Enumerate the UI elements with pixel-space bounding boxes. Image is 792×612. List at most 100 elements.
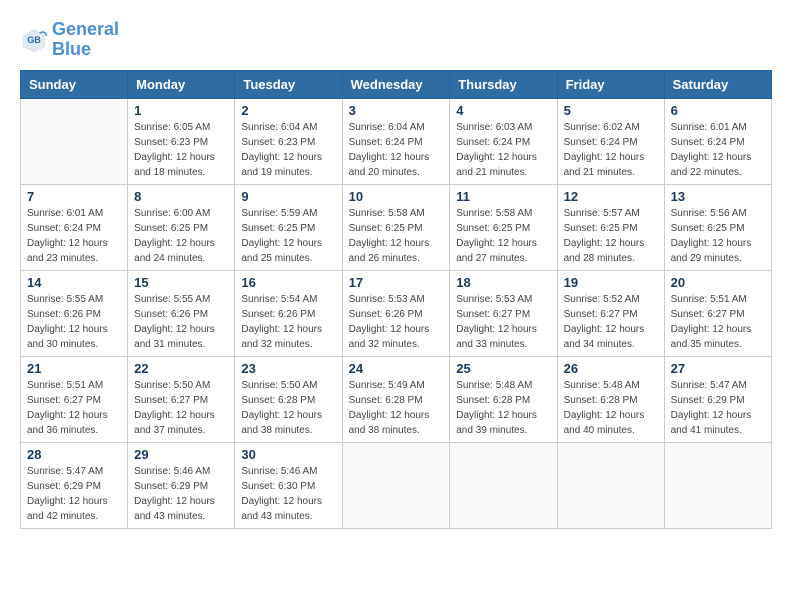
day-number: 29	[134, 447, 228, 462]
day-cell: 12 Sunrise: 5:57 AM Sunset: 6:25 PM Dayli…	[557, 184, 664, 270]
calendar: SundayMondayTuesdayWednesdayThursdayFrid…	[20, 70, 772, 529]
day-number: 26	[564, 361, 658, 376]
col-header-wednesday: Wednesday	[342, 70, 450, 98]
day-info: Sunrise: 6:02 AM Sunset: 6:24 PM Dayligh…	[564, 120, 658, 180]
day-cell: 4Sunrise: 6:03 AM Sunset: 6:24 PM Daylig…	[450, 98, 557, 184]
day-info: Sunrise: 6:01 AM Sunset: 6:24 PM Dayligh…	[671, 120, 765, 180]
day-number: 27	[671, 361, 765, 376]
day-cell	[664, 442, 771, 528]
day-number: 11	[456, 189, 550, 204]
day-number: 19	[564, 275, 658, 290]
day-number: 7	[27, 189, 121, 204]
day-info: Sunrise: 5:47 AM Sunset: 6:29 PM Dayligh…	[671, 378, 765, 438]
day-info: Sunrise: 5:55 AM Sunset: 6:26 PM Dayligh…	[134, 292, 228, 352]
day-cell: 23 Sunrise: 5:50 AM Sunset: 6:28 PM Dayli…	[235, 356, 342, 442]
day-cell: 22Sunrise: 5:50 AM Sunset: 6:27 PM Dayli…	[128, 356, 235, 442]
day-info: Sunrise: 5:56 AM Sunset: 6:25 PM Dayligh…	[671, 206, 765, 266]
day-number: 30	[241, 447, 335, 462]
day-number: 1	[134, 103, 228, 118]
day-cell: 15 Sunrise: 5:55 AM Sunset: 6:26 PM Dayli…	[128, 270, 235, 356]
logo: GB General Blue	[20, 20, 119, 60]
day-cell: 29Sunrise: 5:46 AM Sunset: 6:29 PM Dayli…	[128, 442, 235, 528]
day-cell: 17 Sunrise: 5:53 AM Sunset: 6:26 PM Dayli…	[342, 270, 450, 356]
day-number: 14	[27, 275, 121, 290]
day-cell: 13 Sunrise: 5:56 AM Sunset: 6:25 PM Dayli…	[664, 184, 771, 270]
day-cell: 24 Sunrise: 5:49 AM Sunset: 6:28 PM Dayli…	[342, 356, 450, 442]
day-info: Sunrise: 5:59 AM Sunset: 6:25 PM Dayligh…	[241, 206, 335, 266]
day-number: 24	[349, 361, 444, 376]
day-cell: 2Sunrise: 6:04 AM Sunset: 6:23 PM Daylig…	[235, 98, 342, 184]
day-info: Sunrise: 6:04 AM Sunset: 6:24 PM Dayligh…	[349, 120, 444, 180]
day-cell: 8Sunrise: 6:00 AM Sunset: 6:25 PM Daylig…	[128, 184, 235, 270]
day-cell: 18Sunrise: 5:53 AM Sunset: 6:27 PM Dayli…	[450, 270, 557, 356]
header-row: SundayMondayTuesdayWednesdayThursdayFrid…	[21, 70, 772, 98]
day-cell: 1Sunrise: 6:05 AM Sunset: 6:23 PM Daylig…	[128, 98, 235, 184]
day-cell: 7 Sunrise: 6:01 AM Sunset: 6:24 PM Daylig…	[21, 184, 128, 270]
day-cell: 19 Sunrise: 5:52 AM Sunset: 6:27 PM Dayli…	[557, 270, 664, 356]
day-info: Sunrise: 5:48 AM Sunset: 6:28 PM Dayligh…	[456, 378, 550, 438]
col-header-saturday: Saturday	[664, 70, 771, 98]
day-info: Sunrise: 5:50 AM Sunset: 6:28 PM Dayligh…	[241, 378, 335, 438]
day-number: 25	[456, 361, 550, 376]
day-cell: 21 Sunrise: 5:51 AM Sunset: 6:27 PM Dayli…	[21, 356, 128, 442]
logo-text: General	[52, 20, 119, 40]
day-number: 9	[241, 189, 335, 204]
day-cell: 16Sunrise: 5:54 AM Sunset: 6:26 PM Dayli…	[235, 270, 342, 356]
day-cell	[557, 442, 664, 528]
day-cell: 11 Sunrise: 5:58 AM Sunset: 6:25 PM Dayli…	[450, 184, 557, 270]
day-number: 10	[349, 189, 444, 204]
col-header-tuesday: Tuesday	[235, 70, 342, 98]
day-cell: 10Sunrise: 5:58 AM Sunset: 6:25 PM Dayli…	[342, 184, 450, 270]
day-number: 12	[564, 189, 658, 204]
day-number: 17	[349, 275, 444, 290]
day-info: Sunrise: 6:04 AM Sunset: 6:23 PM Dayligh…	[241, 120, 335, 180]
day-info: Sunrise: 5:46 AM Sunset: 6:30 PM Dayligh…	[241, 464, 335, 524]
day-info: Sunrise: 5:55 AM Sunset: 6:26 PM Dayligh…	[27, 292, 121, 352]
day-cell: 25 Sunrise: 5:48 AM Sunset: 6:28 PM Dayli…	[450, 356, 557, 442]
day-cell	[450, 442, 557, 528]
day-info: Sunrise: 5:53 AM Sunset: 6:26 PM Dayligh…	[349, 292, 444, 352]
day-number: 15	[134, 275, 228, 290]
day-info: Sunrise: 5:51 AM Sunset: 6:27 PM Dayligh…	[27, 378, 121, 438]
day-number: 20	[671, 275, 765, 290]
logo-icon: GB	[20, 26, 48, 54]
svg-text:GB: GB	[27, 35, 41, 45]
day-number: 5	[564, 103, 658, 118]
day-cell: 9 Sunrise: 5:59 AM Sunset: 6:25 PM Daylig…	[235, 184, 342, 270]
day-info: Sunrise: 5:58 AM Sunset: 6:25 PM Dayligh…	[456, 206, 550, 266]
day-cell: 14 Sunrise: 5:55 AM Sunset: 6:26 PM Dayli…	[21, 270, 128, 356]
day-cell: 6 Sunrise: 6:01 AM Sunset: 6:24 PM Daylig…	[664, 98, 771, 184]
header: GB General Blue	[20, 20, 772, 60]
day-cell: 30 Sunrise: 5:46 AM Sunset: 6:30 PM Dayli…	[235, 442, 342, 528]
day-number: 13	[671, 189, 765, 204]
day-info: Sunrise: 5:49 AM Sunset: 6:28 PM Dayligh…	[349, 378, 444, 438]
week-row-4: 21 Sunrise: 5:51 AM Sunset: 6:27 PM Dayli…	[21, 356, 772, 442]
day-number: 21	[27, 361, 121, 376]
day-number: 28	[27, 447, 121, 462]
day-cell: 26 Sunrise: 5:48 AM Sunset: 6:28 PM Dayli…	[557, 356, 664, 442]
col-header-thursday: Thursday	[450, 70, 557, 98]
day-info: Sunrise: 5:51 AM Sunset: 6:27 PM Dayligh…	[671, 292, 765, 352]
day-cell: 28 Sunrise: 5:47 AM Sunset: 6:29 PM Dayli…	[21, 442, 128, 528]
day-cell: 20 Sunrise: 5:51 AM Sunset: 6:27 PM Dayli…	[664, 270, 771, 356]
col-header-sunday: Sunday	[21, 70, 128, 98]
col-header-friday: Friday	[557, 70, 664, 98]
day-info: Sunrise: 5:52 AM Sunset: 6:27 PM Dayligh…	[564, 292, 658, 352]
day-info: Sunrise: 6:01 AM Sunset: 6:24 PM Dayligh…	[27, 206, 121, 266]
day-number: 6	[671, 103, 765, 118]
day-info: Sunrise: 5:48 AM Sunset: 6:28 PM Dayligh…	[564, 378, 658, 438]
week-row-5: 28 Sunrise: 5:47 AM Sunset: 6:29 PM Dayli…	[21, 442, 772, 528]
day-info: Sunrise: 5:54 AM Sunset: 6:26 PM Dayligh…	[241, 292, 335, 352]
day-info: Sunrise: 5:50 AM Sunset: 6:27 PM Dayligh…	[134, 378, 228, 438]
day-cell	[21, 98, 128, 184]
day-number: 23	[241, 361, 335, 376]
day-cell: 27 Sunrise: 5:47 AM Sunset: 6:29 PM Dayli…	[664, 356, 771, 442]
day-info: Sunrise: 5:53 AM Sunset: 6:27 PM Dayligh…	[456, 292, 550, 352]
col-header-monday: Monday	[128, 70, 235, 98]
day-number: 4	[456, 103, 550, 118]
day-cell: 5 Sunrise: 6:02 AM Sunset: 6:24 PM Daylig…	[557, 98, 664, 184]
day-info: Sunrise: 5:57 AM Sunset: 6:25 PM Dayligh…	[564, 206, 658, 266]
day-info: Sunrise: 5:47 AM Sunset: 6:29 PM Dayligh…	[27, 464, 121, 524]
week-row-3: 14 Sunrise: 5:55 AM Sunset: 6:26 PM Dayli…	[21, 270, 772, 356]
logo-text2: Blue	[52, 40, 119, 60]
